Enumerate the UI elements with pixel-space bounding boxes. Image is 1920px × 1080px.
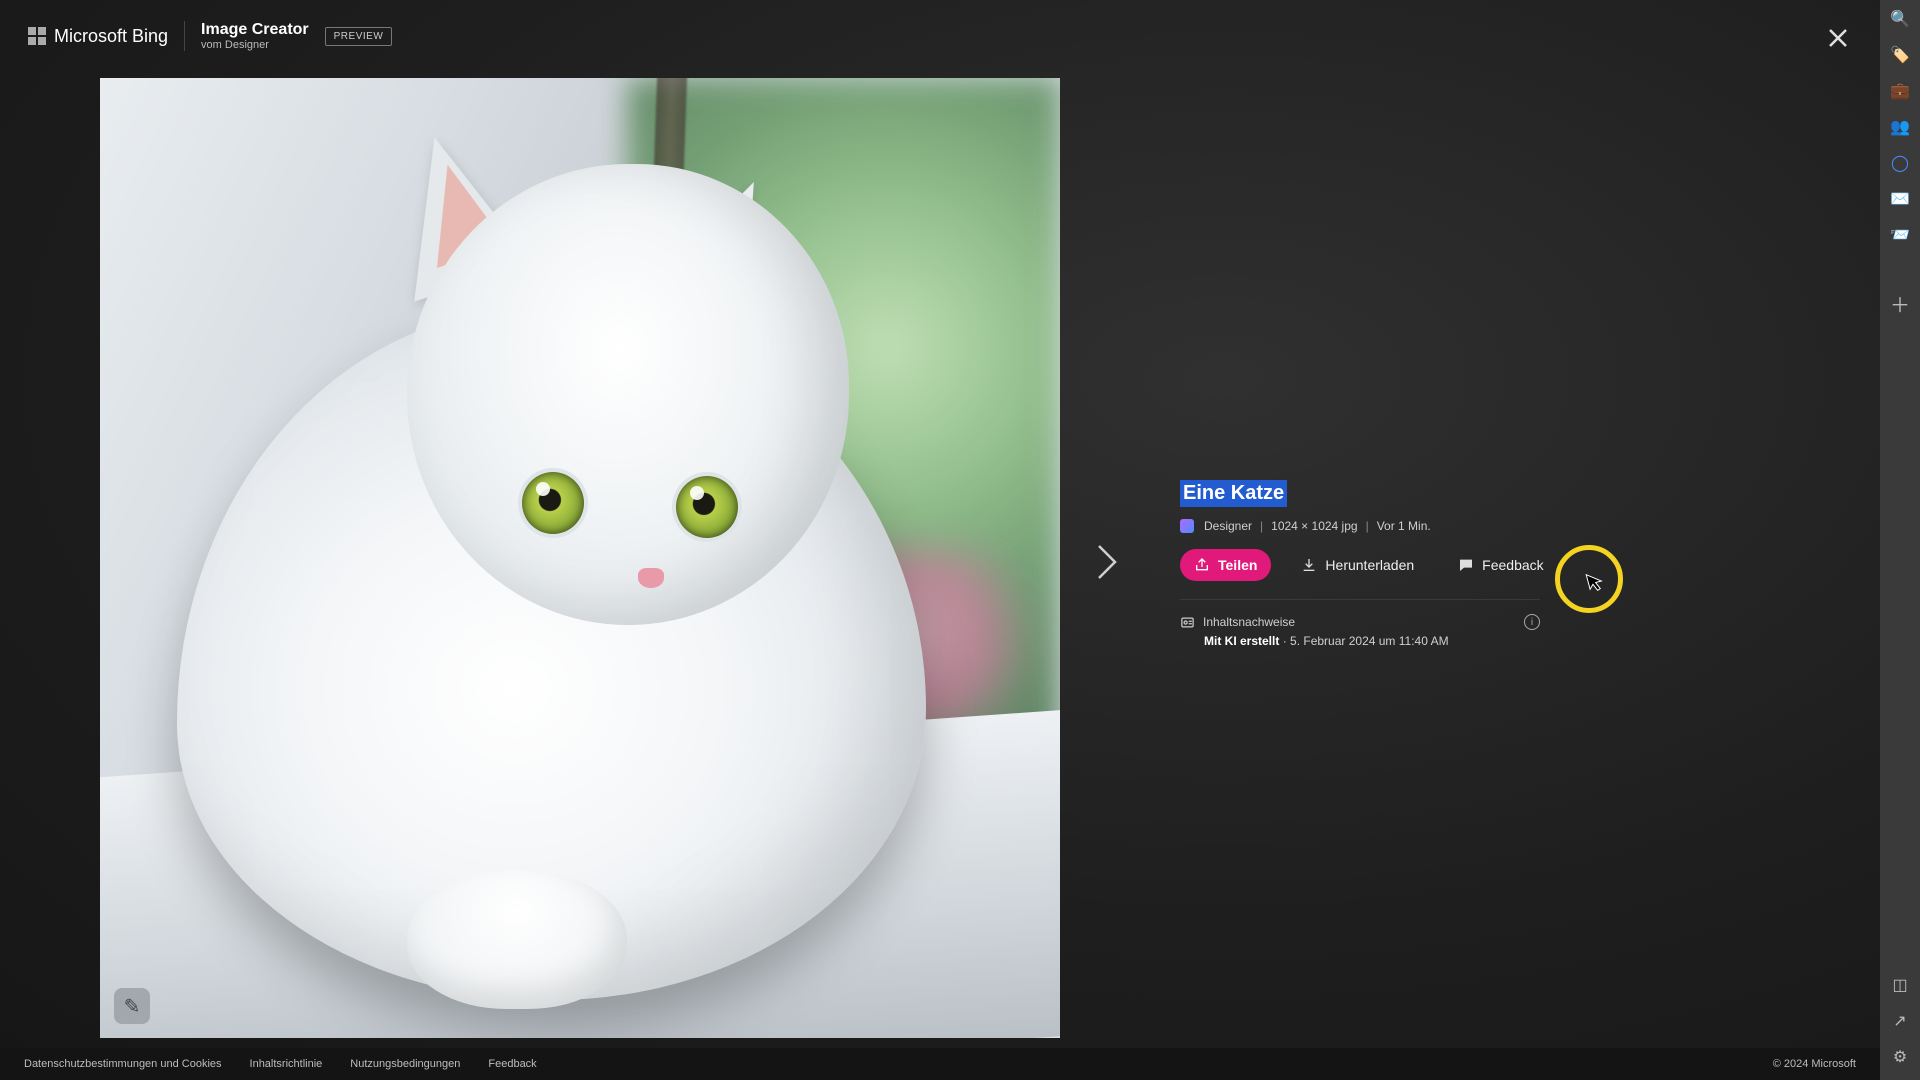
share-icon [1194, 557, 1210, 573]
search-icon[interactable]: 🔍 [1889, 8, 1911, 30]
ai-generated-label: Mit KI erstellt [1204, 634, 1279, 648]
feedback-icon [1458, 557, 1474, 573]
footer-feedback[interactable]: Feedback [488, 1058, 536, 1070]
next-image-button[interactable] [1085, 540, 1129, 584]
content-credentials: Inhaltsnachweise i Mit KI erstellt · 5. … [1180, 614, 1540, 648]
designer-icon [1180, 519, 1194, 533]
generated-image[interactable]: ✎ [100, 78, 1060, 1038]
product-name: Image Creator [201, 21, 309, 39]
product-title-block: Image Creator vom Designer [184, 21, 309, 51]
divider [1180, 599, 1540, 600]
shopping-icon[interactable]: 🏷️ [1889, 44, 1911, 66]
close-button[interactable] [1824, 24, 1852, 52]
creator-watermark-icon: ✎ [114, 988, 150, 1024]
footer-terms[interactable]: Nutzungsbedingungen [350, 1058, 460, 1070]
preview-badge: PREVIEW [325, 27, 393, 46]
image-details-panel: Eine Katze Designer | 1024 × 1024 jpg | … [1180, 480, 1540, 648]
feedback-label: Feedback [1482, 557, 1543, 573]
meta-source: Designer [1204, 519, 1252, 533]
download-icon [1301, 557, 1317, 573]
header: Microsoft Bing Image Creator vom Designe… [0, 0, 1880, 72]
action-row: Teilen Herunterladen Feedback [1180, 549, 1540, 581]
download-label: Herunterladen [1325, 557, 1414, 573]
main-stage: Microsoft Bing Image Creator vom Designe… [0, 0, 1880, 1080]
people-icon[interactable]: 👥 [1889, 116, 1911, 138]
meta-sep: | [1260, 519, 1263, 533]
image-illustration: ✎ [100, 78, 1060, 1038]
meta-dimensions: 1024 × 1024 jpg [1271, 519, 1357, 533]
edge-sidebar: 🔍 🏷️ 💼 👥 ◯ ✉️ 📨 ＋ ◫ ↗ ⚙ [1880, 0, 1920, 1080]
bing-logo[interactable]: Microsoft Bing [28, 26, 168, 47]
feedback-button[interactable]: Feedback [1444, 549, 1557, 581]
generation-timestamp: 5. Februar 2024 um 11:40 AM [1290, 634, 1449, 648]
product-subtitle: vom Designer [201, 39, 309, 51]
credentials-line: Mit KI erstellt · 5. Februar 2024 um 11:… [1180, 634, 1540, 648]
footer: Datenschutzbestimmungen und Cookies Inha… [0, 1048, 1880, 1080]
chevron-right-icon [1095, 542, 1119, 582]
close-icon [1826, 26, 1850, 50]
footer-copyright: © 2024 Microsoft [1773, 1058, 1856, 1070]
briefcase-icon[interactable]: 💼 [1889, 80, 1911, 102]
meta-sep: | [1366, 519, 1369, 533]
credentials-title: Inhaltsnachweise [1203, 615, 1295, 629]
image-meta: Designer | 1024 × 1024 jpg | Vor 1 Min. [1180, 519, 1540, 533]
share-label: Teilen [1218, 557, 1257, 573]
outlook-icon[interactable]: ✉️ [1889, 188, 1911, 210]
footer-content-policy[interactable]: Inhaltsrichtlinie [250, 1058, 323, 1070]
share-button[interactable]: Teilen [1180, 549, 1271, 581]
timestamp-sep: · [1279, 634, 1290, 648]
add-icon[interactable]: ＋ [1889, 292, 1911, 314]
meta-age: Vor 1 Min. [1377, 519, 1431, 533]
prompt-text[interactable]: Eine Katze [1180, 480, 1287, 507]
send-icon[interactable]: 📨 [1889, 224, 1911, 246]
office-icon[interactable]: ◯ [1889, 152, 1911, 174]
credentials-info-button[interactable]: i [1524, 614, 1540, 630]
footer-privacy[interactable]: Datenschutzbestimmungen und Cookies [24, 1058, 222, 1070]
microsoft-icon [28, 27, 46, 45]
panel-icon[interactable]: ◫ [1889, 974, 1911, 996]
logo-text: Microsoft Bing [54, 26, 168, 47]
credentials-icon [1180, 615, 1195, 630]
popout-icon[interactable]: ↗ [1889, 1010, 1911, 1032]
settings-icon[interactable]: ⚙ [1889, 1046, 1911, 1068]
download-button[interactable]: Herunterladen [1287, 549, 1428, 581]
